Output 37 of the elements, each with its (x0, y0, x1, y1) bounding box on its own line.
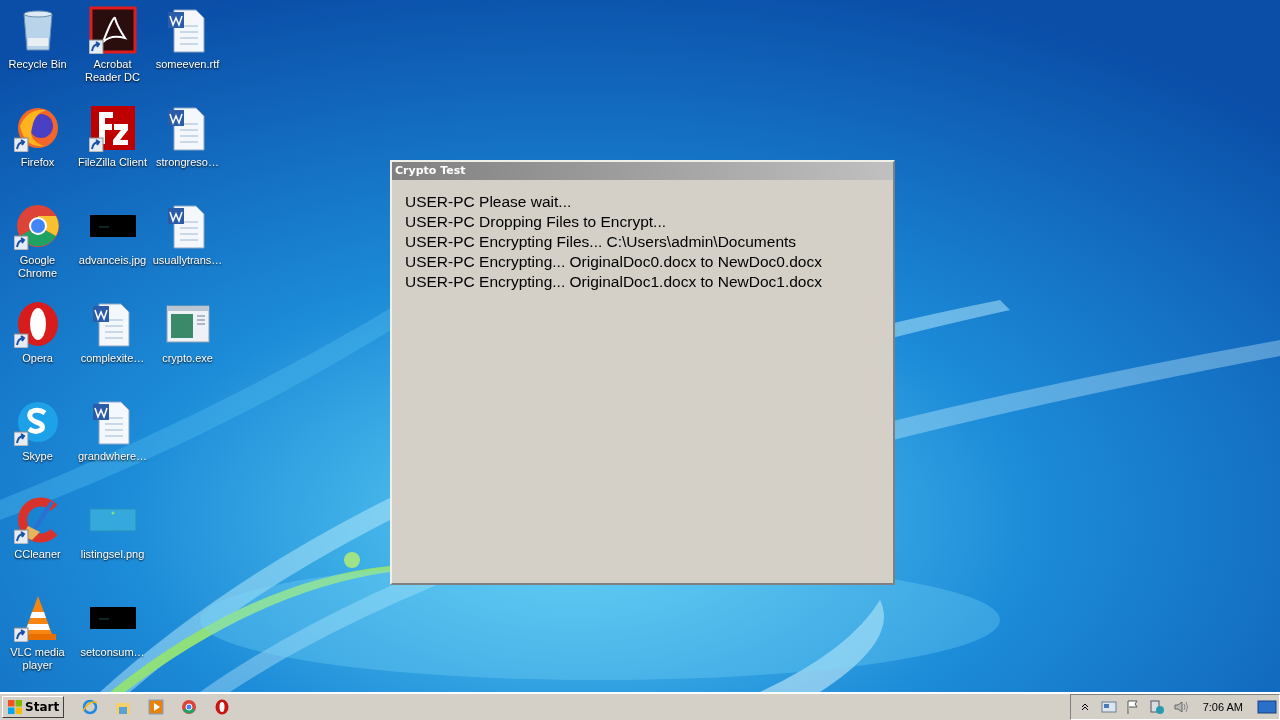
filezilla-icon[interactable] (88, 104, 137, 152)
chrome-icon[interactable] (13, 202, 62, 250)
opera-icon[interactable] (214, 699, 231, 715)
clock[interactable]: 7:06 AM (1202, 701, 1243, 713)
icon-label[interactable]: Firefox (0, 156, 75, 169)
icon-label[interactable]: CCleaner (0, 548, 75, 561)
flag-icon[interactable] (1124, 699, 1141, 715)
icon-label[interactable]: VLC media player (0, 646, 75, 672)
icon-label[interactable]: Opera (0, 352, 75, 365)
chrome-icon[interactable] (181, 699, 198, 715)
icon-label[interactable]: advanceis.jpg (75, 254, 150, 267)
log-line: USER-PC Encrypting... OriginalDoc1.docx to NewDoc1.docx (405, 272, 823, 292)
icon-label[interactable]: setconsum… (75, 646, 150, 659)
icon-label[interactable]: Recycle Bin (0, 58, 75, 71)
windows-logo-icon (7, 699, 23, 715)
icon-label[interactable]: strongreso… (150, 156, 225, 169)
media-icon[interactable] (148, 699, 165, 715)
icon-label[interactable]: usuallytrans… (150, 254, 225, 267)
show-desktop-icon[interactable] (1257, 699, 1277, 715)
icon-label[interactable]: FileZilla Client (75, 156, 150, 169)
log-line: USER-PC Dropping Files to Encrypt... (405, 212, 667, 232)
icon-label[interactable]: Google Chrome (0, 254, 75, 280)
log-line: USER-PC Encrypting... OriginalDoc0.docx to NewDoc0.docx (405, 252, 823, 272)
log-line: USER-PC Please wait... (405, 192, 573, 212)
icon-label[interactable]: Acrobat Reader DC (75, 58, 150, 84)
icon-label[interactable]: someeven.rtf (150, 58, 225, 71)
volume-icon[interactable] (1172, 699, 1189, 715)
log-line: USER-PC Encrypting Files... C:\Users\admin\Documents (405, 232, 798, 252)
icon-label[interactable]: grandwhere… (75, 450, 150, 463)
start-button[interactable]: Start (2, 696, 65, 718)
icon-label[interactable]: Skype (0, 450, 75, 463)
icon-label[interactable]: complexite… (75, 352, 150, 365)
window-title: Crypto Test (392, 162, 893, 180)
window-icon[interactable] (1100, 699, 1117, 715)
acrobat-icon[interactable] (88, 6, 137, 54)
icon-label[interactable]: crypto.exe (150, 352, 225, 365)
icon-label[interactable]: listingsel.png (75, 548, 150, 561)
